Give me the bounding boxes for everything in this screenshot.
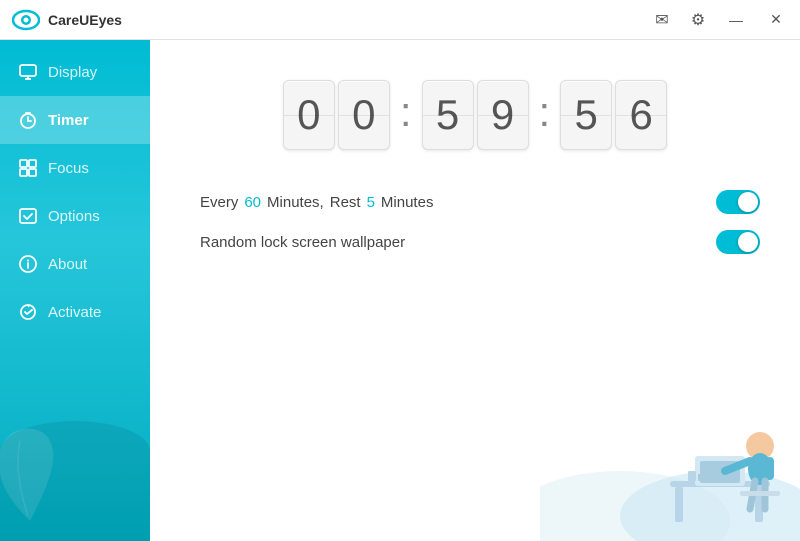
minutes-label: Minutes, xyxy=(267,194,324,211)
rest-label: Rest xyxy=(330,194,361,211)
sidebar-item-about[interactable]: About xyxy=(0,240,150,288)
content-area: 0 0 : 5 9 : 5 6 Every 60 Minutes, Rest 5 xyxy=(150,40,800,541)
app-title: CareUEyes xyxy=(48,12,652,28)
work-rest-row: Every 60 Minutes, Rest 5 Minutes xyxy=(200,190,760,214)
sidebar-item-timer[interactable]: Timer xyxy=(0,96,150,144)
email-icon[interactable]: ✉ xyxy=(652,10,672,30)
options-icon xyxy=(18,206,38,226)
settings-icon[interactable]: ⚙ xyxy=(688,10,708,30)
minutes-label2: Minutes xyxy=(381,194,434,211)
colon-1: : xyxy=(394,88,418,136)
options-label: Options xyxy=(48,208,100,225)
hour-tens: 0 xyxy=(283,80,335,150)
focus-icon xyxy=(18,158,38,178)
timer-settings: Every 60 Minutes, Rest 5 Minutes Random … xyxy=(190,190,760,254)
hour-ones: 0 xyxy=(338,80,390,150)
display-label: Display xyxy=(48,64,97,81)
display-icon xyxy=(18,62,38,82)
colon-2: : xyxy=(533,88,557,136)
sec-tens: 5 xyxy=(560,80,612,150)
every-label: Every xyxy=(200,194,238,211)
timer-display: 0 0 : 5 9 : 5 6 xyxy=(283,80,667,150)
timer-label: Timer xyxy=(48,112,89,129)
sidebar-item-display[interactable]: Display xyxy=(0,48,150,96)
wallpaper-toggle[interactable] xyxy=(716,230,760,254)
activate-icon xyxy=(18,302,38,322)
work-minutes-link[interactable]: 60 xyxy=(244,194,261,211)
minimize-button[interactable]: — xyxy=(724,8,748,32)
close-button[interactable]: ✕ xyxy=(764,8,788,32)
sidebar-item-activate[interactable]: Activate xyxy=(0,288,150,336)
activate-label: Activate xyxy=(48,304,101,321)
decorative-illustration xyxy=(540,361,800,541)
sidebar-item-focus[interactable]: Focus xyxy=(0,144,150,192)
seconds-group: 5 6 xyxy=(560,80,667,150)
minutes-group: 5 9 xyxy=(422,80,529,150)
window-controls: ✉ ⚙ — ✕ xyxy=(652,8,788,32)
rest-minutes-link[interactable]: 5 xyxy=(367,194,375,211)
hours-group: 0 0 xyxy=(283,80,390,150)
app-logo-icon xyxy=(12,6,40,34)
timer-icon xyxy=(18,110,38,130)
focus-label: Focus xyxy=(48,160,89,177)
wallpaper-row: Random lock screen wallpaper xyxy=(200,230,760,254)
sidebar: Display Timer xyxy=(0,40,150,541)
about-icon xyxy=(18,254,38,274)
sec-ones: 6 xyxy=(615,80,667,150)
wallpaper-label: Random lock screen wallpaper xyxy=(200,234,405,251)
decorative-leaf xyxy=(0,421,70,521)
titlebar: CareUEyes ✉ ⚙ — ✕ xyxy=(0,0,800,40)
min-ones: 9 xyxy=(477,80,529,150)
main-layout: Display Timer xyxy=(0,40,800,541)
about-label: About xyxy=(48,256,87,273)
work-rest-toggle[interactable] xyxy=(716,190,760,214)
min-tens: 5 xyxy=(422,80,474,150)
sidebar-item-options[interactable]: Options xyxy=(0,192,150,240)
